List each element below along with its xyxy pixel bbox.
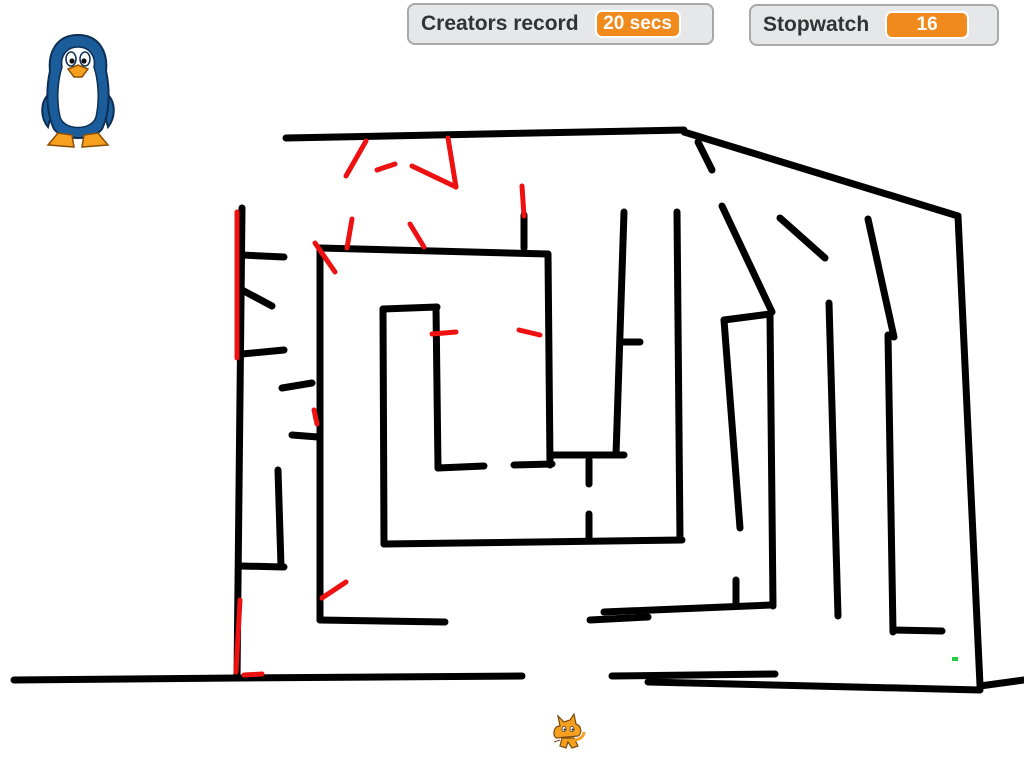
penguin-sprite[interactable] <box>38 33 118 151</box>
maze-walls <box>10 126 1024 694</box>
goal-marker <box>952 657 958 661</box>
maze <box>10 126 1024 694</box>
creators-record-label: Creators record <box>421 12 579 35</box>
creators-record-monitor: Creators record 20 secs <box>407 3 714 45</box>
stopwatch-monitor: Stopwatch 16 <box>749 4 999 46</box>
stopwatch-label: Stopwatch <box>763 13 870 36</box>
creators-record-value: 20 secs <box>594 10 681 38</box>
game-stage[interactable]: Creators record 20 secs Stopwatch 16 <box>0 0 1024 768</box>
cat-sprite[interactable] <box>550 712 586 750</box>
stopwatch-value: 16 <box>885 11 970 39</box>
pen-trail <box>233 135 543 678</box>
